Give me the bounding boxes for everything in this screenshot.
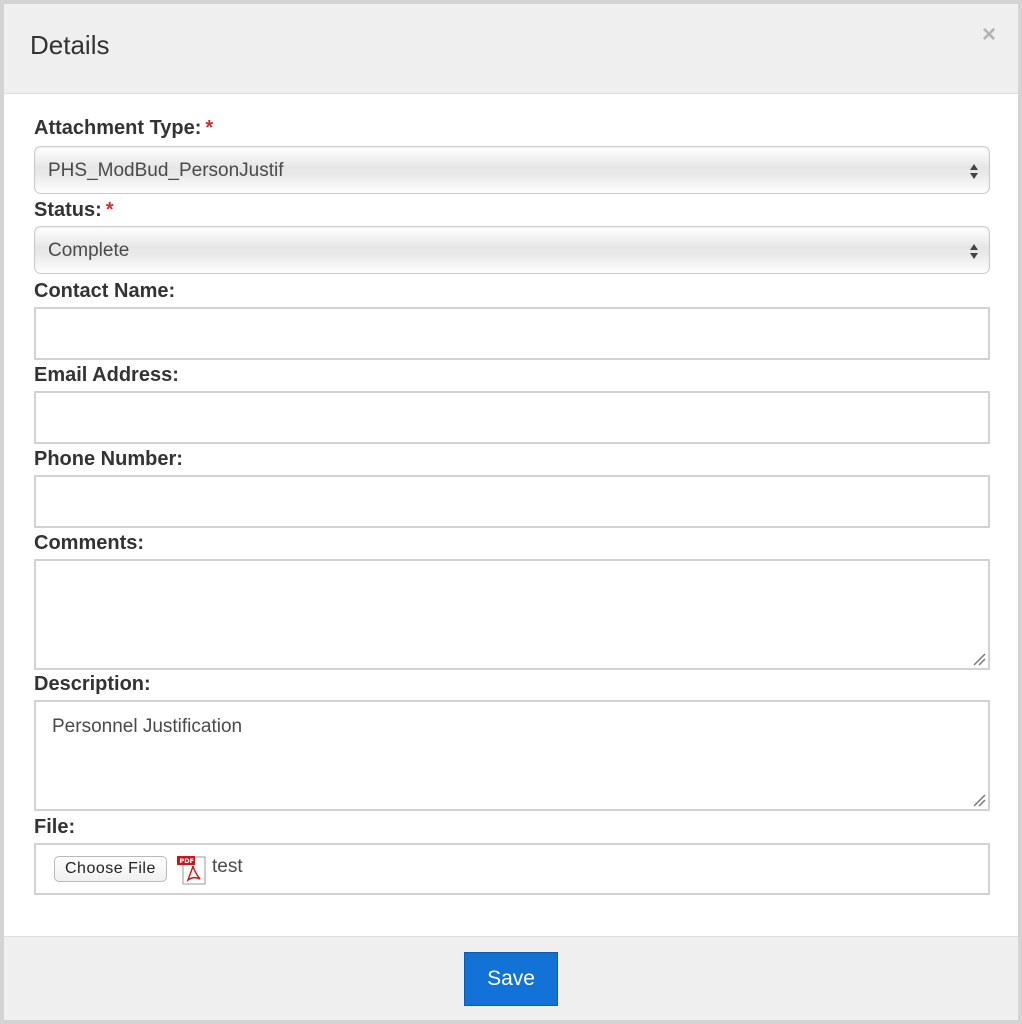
required-marker: * xyxy=(105,199,114,221)
attachment-type-select[interactable]: PHS_ModBud_PersonJustif xyxy=(34,146,990,194)
contact-name-label: Contact Name: xyxy=(34,280,176,302)
selected-file-name: test xyxy=(212,856,243,877)
dialog-title: Details xyxy=(30,30,110,60)
pdf-file-icon: PDF xyxy=(177,856,206,885)
save-button[interactable]: Save xyxy=(464,952,558,1006)
status-value: Complete xyxy=(48,240,130,261)
phone-number-input[interactable] xyxy=(34,475,990,528)
dialog-footer: Save xyxy=(4,936,1018,1020)
email-address-label: Email Address: xyxy=(34,364,179,386)
description-value: Personnel Justification xyxy=(52,716,243,737)
choose-file-button[interactable]: Choose File xyxy=(54,856,167,882)
close-icon[interactable]: × xyxy=(978,23,1000,47)
select-arrows-icon xyxy=(970,244,978,259)
file-label: File: xyxy=(34,816,76,838)
file-upload-field: Choose File PDF test xyxy=(34,843,990,895)
details-dialog: Details × Attachment Type: * PHS_ModBud_P… xyxy=(0,0,1022,1024)
status-label: Status: * xyxy=(34,199,114,221)
comments-textarea[interactable] xyxy=(34,559,990,670)
description-textarea[interactable]: Personnel Justification xyxy=(34,700,990,811)
dialog-header: Details × xyxy=(4,4,1018,94)
email-address-input[interactable] xyxy=(34,391,990,444)
attachment-type-value: PHS_ModBud_PersonJustif xyxy=(48,160,284,181)
description-label: Description: xyxy=(34,673,151,695)
contact-name-input[interactable] xyxy=(34,307,990,360)
svg-text:PDF: PDF xyxy=(180,857,195,865)
comments-label: Comments: xyxy=(34,532,145,554)
resize-handle-icon[interactable] xyxy=(972,793,986,807)
phone-number-label: Phone Number: xyxy=(34,448,183,470)
attachment-type-label: Attachment Type: * xyxy=(34,117,214,139)
required-marker: * xyxy=(205,117,214,139)
status-select[interactable]: Complete xyxy=(34,226,990,274)
select-arrows-icon xyxy=(970,164,978,179)
resize-handle-icon[interactable] xyxy=(972,652,986,666)
